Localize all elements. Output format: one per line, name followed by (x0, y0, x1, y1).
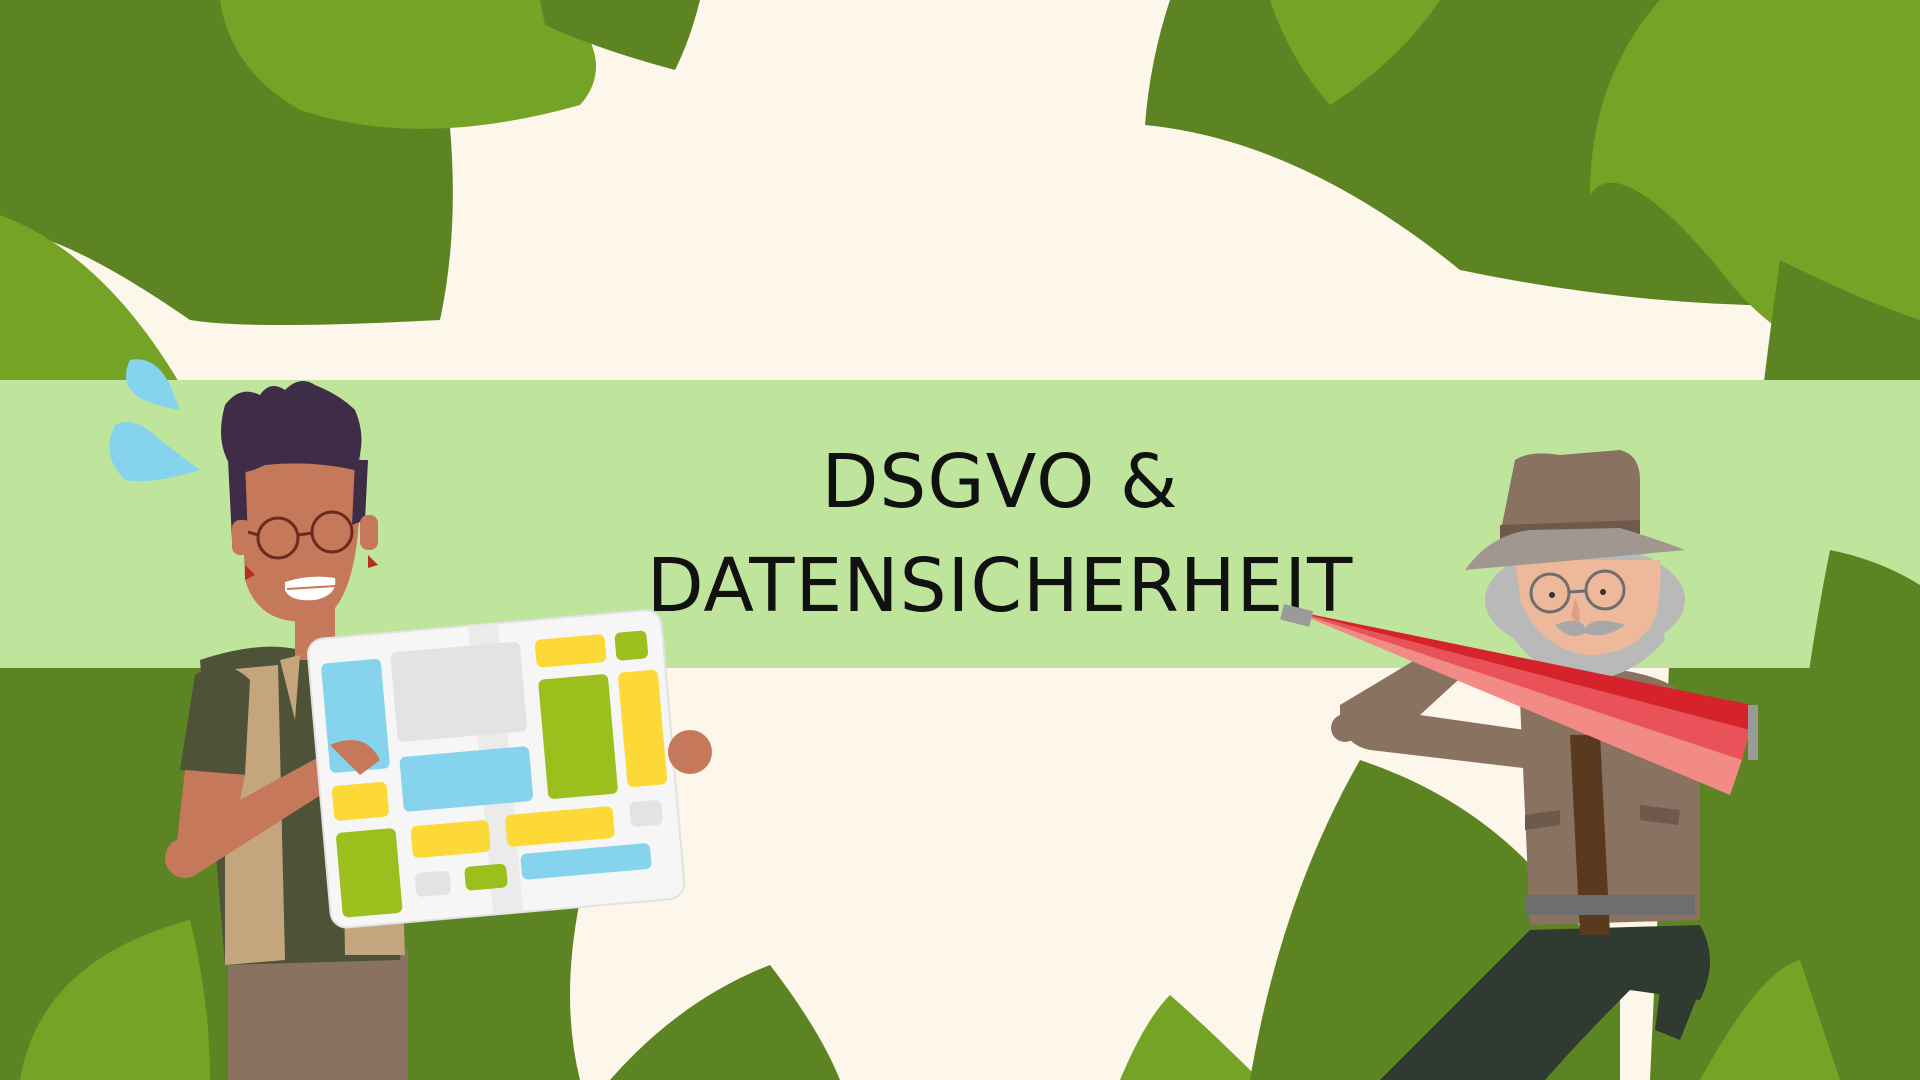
old-explorer-pants (1655, 990, 1700, 1040)
old-explorer-with-telescope-illustration (1280, 450, 1758, 1080)
old-explorer-belt (1525, 895, 1695, 915)
slide-canvas: DSGVO & DATENSICHERHEIT (0, 0, 1920, 1080)
old-explorer-hand (1331, 714, 1359, 742)
eye-icon (1600, 589, 1606, 595)
eye-icon (1549, 592, 1555, 598)
